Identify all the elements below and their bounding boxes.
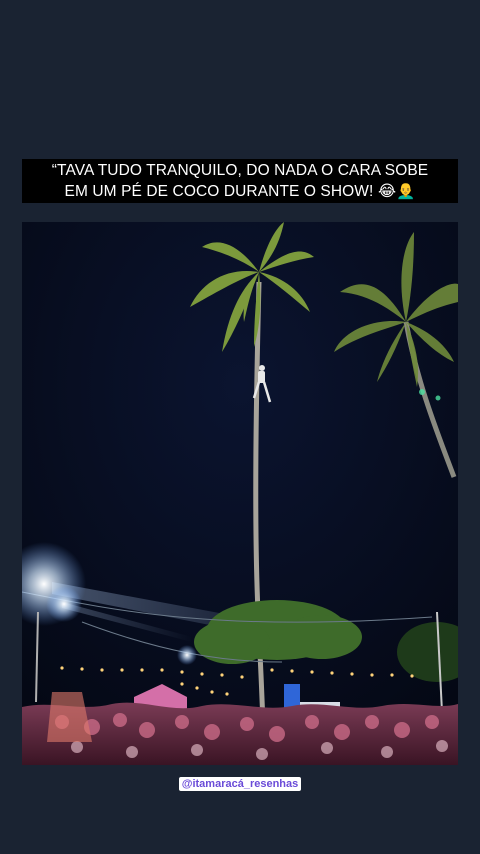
caption-line-1: “TAVA TUDO TRANQUILO, DO NADA O CARA SOB… (51, 162, 429, 179)
instagram-handle[interactable]: @itamaracá_resenhas (0, 774, 480, 792)
concert-scene (22, 222, 458, 765)
caption-text: “TAVA TUDO TRANQUILO, DO NADA O CARA SOB… (25, 160, 455, 202)
caption-line-2: EM UM PÉ DE COCO DURANTE O SHOW! 😂👨‍🦲 (64, 183, 416, 200)
caption-box: “TAVA TUDO TRANQUILO, DO NADA O CARA SOB… (22, 159, 458, 203)
handle-text[interactable]: @itamaracá_resenhas (178, 777, 302, 791)
video-frame[interactable] (22, 222, 458, 765)
